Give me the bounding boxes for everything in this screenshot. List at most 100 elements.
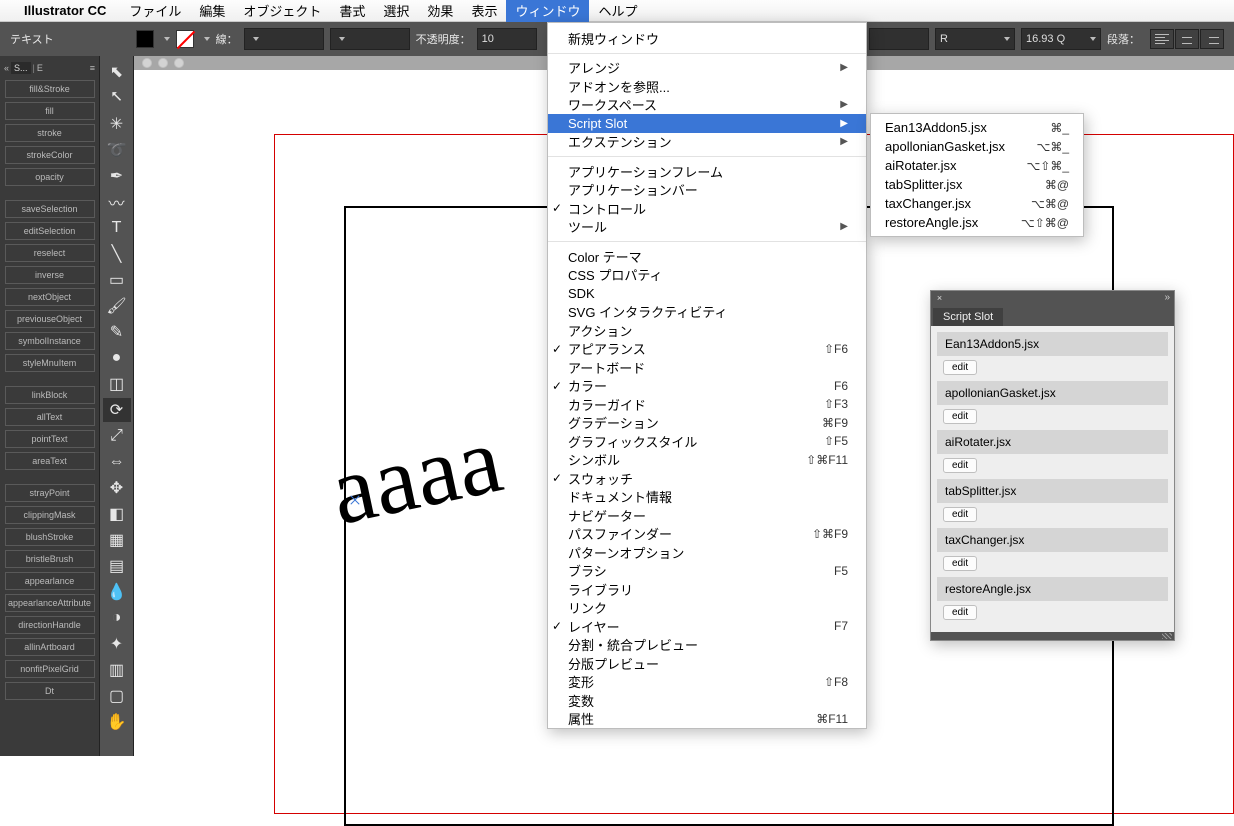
action-clippingMask[interactable]: clippingMask [5,506,95,524]
actions-tab-e[interactable]: E [37,63,43,73]
menu-item-SDK[interactable]: SDK [548,284,866,303]
arrow-tool[interactable]: ⬉ [103,60,131,84]
pencil-tool[interactable]: ✎ [103,320,131,344]
menu-item-アプリケーションバー[interactable]: アプリケーションバー [548,181,866,200]
menu-item-変形[interactable]: 変形⇧F8 [548,673,866,692]
actions-tab-s[interactable]: S... [11,62,31,74]
close-icon[interactable]: × [934,293,945,303]
panel-titlebar[interactable]: × » [931,291,1174,304]
menu-item-分割・統合プレビュー[interactable]: 分割・統合プレビュー [548,636,866,655]
rotate-tool[interactable]: ⟳ [103,398,131,422]
menu-item-ツール[interactable]: ツール▶ [548,218,866,237]
rect-tool[interactable]: ▭ [103,268,131,292]
menu-item-カラーガイド[interactable]: カラーガイド⇧F3 [548,395,866,414]
action-appearlanceAttribute[interactable]: appearlanceAttribute [5,594,95,612]
submenu-item-Ean13Addon5.jsx[interactable]: Ean13Addon5.jsx⌘_ [871,118,1083,137]
direct-select-tool[interactable]: ⭦ [103,86,131,110]
menu-item-変数[interactable]: 変数 [548,691,866,710]
action-reselect[interactable]: reselect [5,244,95,262]
menu-item-アクション[interactable]: アクション [548,321,866,340]
fontsize-field[interactable]: 16.93 Q [1021,28,1101,50]
menu-item-ブラシ[interactable]: ブラシF5 [548,562,866,581]
menu-item-パターンオプション[interactable]: パターンオプション [548,543,866,562]
menu-編集[interactable]: 編集 [190,0,234,22]
eraser-tool[interactable]: ◫ [103,372,131,396]
action-saveSelection[interactable]: saveSelection [5,200,95,218]
gradient-tool[interactable]: ▤ [103,554,131,578]
action-allinArtboard[interactable]: allinArtboard [5,638,95,656]
menu-item-ドキュメント情報[interactable]: ドキュメント情報 [548,488,866,507]
script-slot-apollonianGasket.jsx[interactable]: apollonianGasket.jsx [937,381,1168,405]
menu-item-グラフィックスタイル[interactable]: グラフィックスタイル⇧F5 [548,432,866,451]
action-fill[interactable]: fill [5,102,95,120]
line-tool[interactable]: ╲ [103,242,131,266]
action-strokeColor[interactable]: strokeColor [5,146,95,164]
menu-item-ライブラリ[interactable]: ライブラリ [548,580,866,599]
menu-item-パスファインダー[interactable]: パスファインダー⇧⌘F9 [548,525,866,544]
edit-button[interactable]: edit [943,409,977,424]
action-nonfitPixelGrid[interactable]: nonfitPixelGrid [5,660,95,678]
menu-item-Script Slot[interactable]: Script Slot▶ [548,114,866,133]
traffic-max-icon[interactable] [174,58,184,68]
menu-item-レイヤー[interactable]: ✓レイヤーF7 [548,617,866,636]
menu-item-SVG インタラクティビティ[interactable]: SVG インタラクティビティ [548,303,866,322]
menu-ファイル[interactable]: ファイル [120,0,190,22]
hand-tool[interactable]: ✋ [103,710,131,734]
edit-button[interactable]: edit [943,605,977,620]
menu-item-グラデーション[interactable]: グラデーション⌘F9 [548,414,866,433]
submenu-item-aiRotater.jsx[interactable]: aiRotater.jsx⌥⇧⌘_ [871,156,1083,175]
action-nextObject[interactable]: nextObject [5,288,95,306]
brush-definition-field[interactable] [330,28,410,50]
traffic-close-icon[interactable] [142,58,152,68]
action-strayPoint[interactable]: strayPoint [5,484,95,502]
eyedropper-tool[interactable]: 💧 [103,580,131,604]
action-Dt[interactable]: Dt [5,682,95,700]
style-variant-field[interactable]: R [935,28,1015,50]
menu-item-スウォッチ[interactable]: ✓スウォッチ [548,469,866,488]
collapse-icon[interactable]: » [1164,292,1174,303]
action-stroke[interactable]: stroke [5,124,95,142]
menu-item-ワークスペース[interactable]: ワークスペース▶ [548,96,866,115]
resize-grip-icon[interactable] [1162,633,1172,639]
style-field[interactable] [869,28,929,50]
mesh-tool[interactable]: ▦ [103,528,131,552]
action-directionHandle[interactable]: directionHandle [5,616,95,634]
submenu-item-apollonianGasket.jsx[interactable]: apollonianGasket.jsx⌥⌘_ [871,137,1083,156]
curve-tool[interactable]: 〰 [103,190,131,214]
menu-item-コントロール[interactable]: ✓コントロール [548,199,866,218]
action-appearlance[interactable]: appearlance [5,572,95,590]
stroke-weight-field[interactable] [244,28,324,50]
spray-tool[interactable]: ✦ [103,632,131,656]
action-symbolInstance[interactable]: symbolInstance [5,332,95,350]
panel-collapse-icon[interactable]: « [4,63,9,73]
submenu-item-taxChanger.jsx[interactable]: taxChanger.jsx⌥⌘@ [871,194,1083,213]
panel-menu-icon[interactable]: ≡ [90,63,95,73]
panel-tab[interactable]: Script Slot [933,308,1003,326]
script-slot-Ean13Addon5.jsx[interactable]: Ean13Addon5.jsx [937,332,1168,356]
submenu-item-restoreAngle.jsx[interactable]: restoreAngle.jsx⌥⇧⌘@ [871,213,1083,232]
menu-item-カラー[interactable]: ✓カラーF6 [548,377,866,396]
type-tool[interactable]: T [103,216,131,240]
edit-button[interactable]: edit [943,458,977,473]
artboard-tool[interactable]: ▢ [103,684,131,708]
menu-item-アピアランス[interactable]: ✓アピアランス⇧F6 [548,340,866,359]
menu-item-エクステンション[interactable]: エクステンション▶ [548,133,866,152]
action-inverse[interactable]: inverse [5,266,95,284]
action-linkBlock[interactable]: linkBlock [5,386,95,404]
width-tool[interactable]: ⇔ [103,450,131,474]
menu-item-リンク[interactable]: リンク [548,599,866,618]
menu-item-ナビゲーター[interactable]: ナビゲーター [548,506,866,525]
submenu-item-tabSplitter.jsx[interactable]: tabSplitter.jsx⌘@ [871,175,1083,194]
menu-ヘルプ[interactable]: ヘルプ [589,0,646,22]
menu-item-アプリケーションフレーム[interactable]: アプリケーションフレーム [548,162,866,181]
menu-選択[interactable]: 選択 [374,0,418,22]
text-anchor-point[interactable] [349,494,361,506]
action-pointText[interactable]: pointText [5,430,95,448]
pen-tool[interactable]: ✒ [103,164,131,188]
menu-item-Color テーマ[interactable]: Color テーマ [548,247,866,266]
action-opacity[interactable]: opacity [5,168,95,186]
edit-button[interactable]: edit [943,360,977,375]
action-fill&Stroke[interactable]: fill&Stroke [5,80,95,98]
menu-表示[interactable]: 表示 [462,0,506,22]
action-areaText[interactable]: areaText [5,452,95,470]
